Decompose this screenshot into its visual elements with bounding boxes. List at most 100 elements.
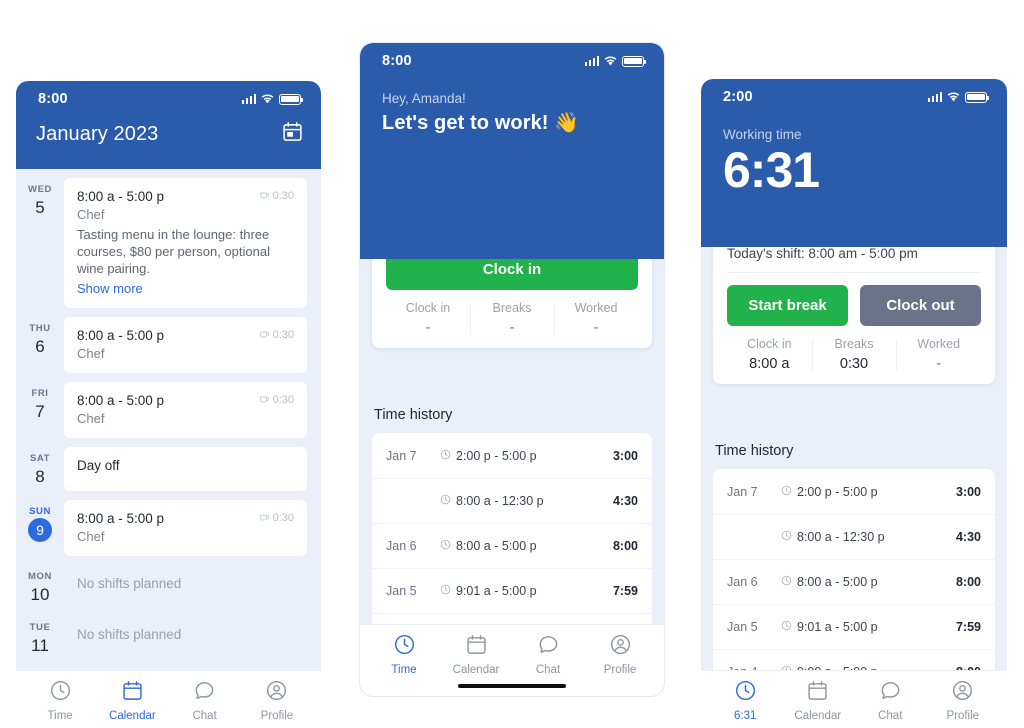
tab-profile[interactable]: Profile [584,633,656,676]
break-duration: 0:30 [272,329,294,342]
history-range: 8:00 a - 12:30 p [781,530,956,544]
tab-calendar[interactable]: Calendar [440,633,512,676]
shift-break-badge: 0:30 [259,189,294,203]
tab-chat[interactable]: Chat [854,679,927,722]
tab-time[interactable]: Time [24,679,96,722]
day-number: 10 [30,585,50,605]
clockin-scroll-area[interactable]: Today's shift: 8:00 a - 5:00 p Clock in … [360,259,664,624]
calendar-header: 8:00 January 2023 [16,81,321,169]
no-shifts-message: No shifts planned [77,576,182,592]
tab-6-31[interactable]: 6:31 [709,679,782,722]
calendar-day-row: FRI 7 8:00 a - 5:00 p 0:30 Chef [16,373,321,439]
history-range-text: 9:01 a - 5:00 p [456,584,537,598]
tab-label: Calendar [109,710,156,722]
stat-label: Clock in [747,337,792,351]
history-total: 3:00 [612,448,638,463]
shift-stat: Clock in - [386,301,470,336]
time-history-title: Time history [715,443,794,459]
history-row[interactable]: Jan 6 8:00 a - 5:00 p 8:00 [713,559,995,604]
shift-header: 8:00 a - 5:00 p 0:30 [77,189,294,204]
working-scroll-area[interactable]: Today's shift: 8:00 am - 5:00 pm Start b… [701,247,1007,670]
time-history-card: Jan 7 2:00 p - 5:00 p 3:00 8:00 a - 12:30 p… [372,433,652,624]
tab-label: Profile [946,710,980,722]
tab-label: Chat [192,710,217,722]
history-row[interactable]: Jan 7 2:00 p - 5:00 p 3:00 [372,433,652,478]
history-row[interactable]: Jan 5 9:01 a - 5:00 p 7:59 [372,568,652,613]
clock-out-button[interactable]: Clock out [860,285,981,326]
history-range-text: 8:00 a - 12:30 p [797,530,885,544]
history-row[interactable]: Jan 6 8:00 a - 5:00 p 8:00 [372,523,652,568]
screenshot-stage: 8:00 January 2023 WED 5 8:00 a - 5:00 p … [0,0,1024,728]
show-more-link[interactable]: Show more [77,281,294,296]
clock-action-card: Today's shift: 8:00 am - 5:00 pm Start b… [713,247,995,384]
history-row[interactable]: Jan 7 2:00 p - 5:00 p 3:00 [713,469,995,514]
shift-card[interactable]: 8:00 a - 5:00 p 0:30 Chef Tasting menu in t… [64,178,307,309]
shift-role: Chef [77,346,105,362]
shift-break-badge: 0:30 [259,511,294,525]
history-range: 9:00 a - 5:00 p [781,665,956,670]
shift-time-range: 8:00 a - 5:00 p [77,511,165,527]
action-button-row: Start break Clock out [727,285,981,326]
tab-calendar[interactable]: Calendar [96,679,168,722]
tab-bar[interactable]: 6:31 Calendar Chat Profile [701,670,1007,728]
tab-label: Chat [535,664,561,676]
working-time-block: Working time 6:31 [701,115,1007,223]
day-of-week: THU [29,323,51,335]
day-of-week: MON [28,571,52,583]
history-total: 7:59 [955,620,981,634]
tab-label: Time [47,710,73,722]
day-column: TUE 11 [16,616,64,658]
history-total: 8:00 [612,539,638,553]
small-clock-icon [440,539,451,553]
clock-icon [393,633,416,661]
break-cup-icon [259,189,270,203]
break-cup-icon [259,393,270,407]
status-bar-icons [241,93,304,105]
tab-chat[interactable]: Chat [169,679,241,722]
user-circle-icon [951,679,974,707]
clockin-header: 8:00 Hey, Amanda! Let's get to work! 👋 [360,43,664,259]
history-row[interactable]: Jan 5 9:01 a - 5:00 p 7:59 [713,604,995,649]
no-shifts-message: No shifts planned [77,627,182,643]
shift-time-range: 8:00 a - 5:00 p [77,393,165,409]
day-column: SUN 9 [16,500,64,543]
working-time-label: Working time [723,127,802,142]
calendar-title-row: January 2023 [16,117,321,169]
tab-time[interactable]: Time [368,633,440,676]
history-date: Jan 5 [386,584,417,598]
tab-profile[interactable]: Profile [241,679,313,722]
calendar-scroll-area[interactable]: WED 5 8:00 a - 5:00 p 0:30 Chef Tasting menu … [16,169,321,670]
shift-stat: Breaks - [470,301,554,336]
clock-in-button[interactable]: Clock in [386,259,638,290]
history-row[interactable]: Jan 49:00 a - 5:00 p8:00 [372,613,652,624]
history-row[interactable]: 8:00 a - 12:30 p 4:30 [713,514,995,559]
small-clock-icon [781,485,792,499]
shift-card[interactable]: Day off [64,447,307,492]
shift-card[interactable]: 8:00 a - 5:00 p 0:30 Chef [64,317,307,374]
day-off-label: Day off [77,458,120,474]
shift-stat: Worked - [554,301,638,336]
history-total: 3:00 [955,484,981,499]
history-row[interactable]: Jan 49:00 a - 5:00 p8:00 [713,649,995,670]
day-number: 6 [35,337,45,357]
shift-role: Chef [77,207,105,222]
day-number: 7 [35,402,45,422]
calendar-day-row: SAT 8 Day off [16,438,321,492]
tab-calendar[interactable]: Calendar [782,679,855,722]
day-of-week: FRI [31,388,49,400]
calendar-day-row: MON 10 No shifts planned [16,556,321,607]
tab-chat[interactable]: Chat [512,633,584,676]
history-row[interactable]: 8:00 a - 12:30 p 4:30 [372,478,652,523]
tab-bar[interactable]: Time Calendar Chat Profile [360,624,664,696]
stat-label: Clock in [405,301,451,315]
clock-action-card: Today's shift: 8:00 a - 5:00 p Clock in … [372,259,652,348]
calendar-picker-icon[interactable] [282,121,303,147]
stat-value: - [593,320,599,336]
tab-profile[interactable]: Profile [927,679,1000,722]
shift-card[interactable]: 8:00 a - 5:00 p 0:30 Chef [64,500,307,557]
start-break-button[interactable]: Start break [727,285,848,326]
shift-card[interactable]: 8:00 a - 5:00 p 0:30 Chef [64,382,307,439]
cellular-signal-icon [241,94,256,104]
shift-role: Chef [77,529,105,545]
tab-bar[interactable]: Time Calendar Chat Profile [16,670,321,728]
